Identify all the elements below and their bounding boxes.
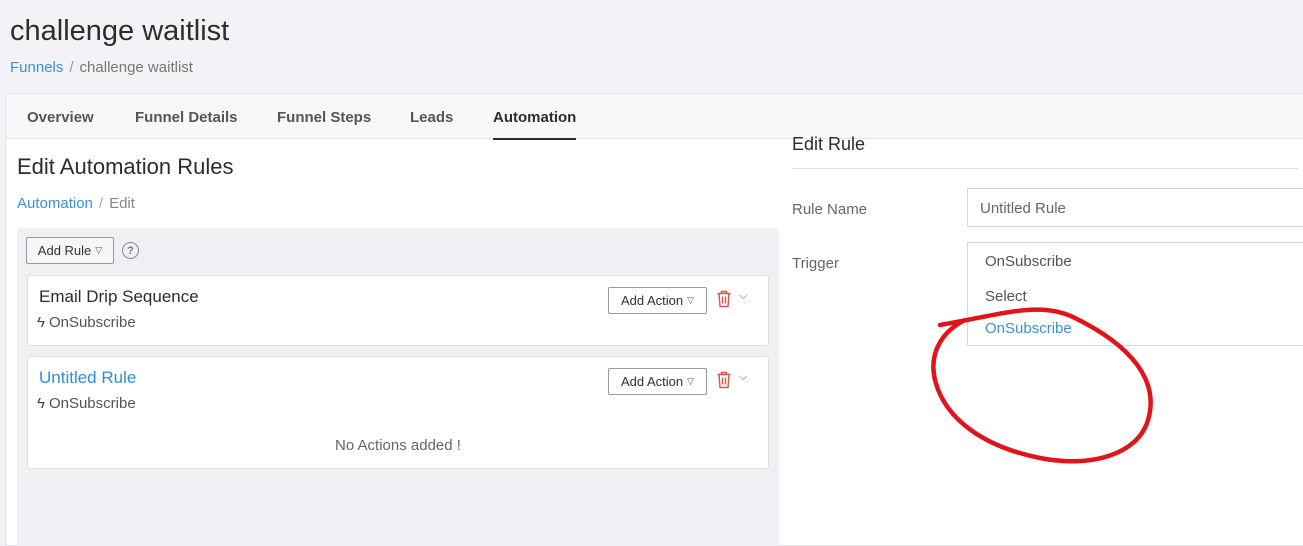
lightning-bolt-icon: ϟ	[37, 314, 45, 331]
breadcrumb-current: challenge waitlist	[79, 59, 193, 76]
trigger-select[interactable]: OnSubscribe Select OnSubscribe	[967, 242, 1303, 346]
trigger-option-select[interactable]: Select	[985, 288, 1027, 305]
page-header: challenge waitlist Funnels / challenge wai…	[0, 0, 1303, 93]
rule-trigger-label: OnSubscribe	[48, 314, 136, 331]
breadcrumb-edit: Edit	[109, 195, 135, 212]
edit-rule-title: Edit Rule	[792, 134, 866, 154]
rule-name-input[interactable]: Untitled Rule	[967, 188, 1303, 227]
rule-card[interactable]: Untitled Rule ϟ OnSubscribe Add Action ▽…	[27, 356, 769, 469]
section-title: Edit Automation Rules	[17, 154, 234, 179]
breadcrumb-separator: /	[69, 59, 74, 76]
no-actions-message: No Actions added !	[335, 437, 461, 454]
add-rule-button[interactable]: Add Rule ▽	[26, 237, 114, 264]
tab-funnel-details[interactable]: Funnel Details	[135, 109, 238, 126]
breadcrumb-automation-link[interactable]: Automation	[17, 195, 93, 212]
caret-down-icon: ▽	[95, 245, 103, 255]
trigger-option-onsubscribe[interactable]: OnSubscribe	[985, 320, 1072, 337]
rule-trigger: ϟ OnSubscribe	[37, 395, 136, 412]
rule-name-label: Rule Name	[792, 201, 868, 218]
add-action-button[interactable]: Add Action ▽	[608, 287, 707, 314]
chevron-down-icon[interactable]: ⌵	[739, 371, 747, 384]
tab-bar: Overview Funnel Details Funnel Steps Lea…	[6, 94, 1303, 140]
rule-name[interactable]: Email Drip Sequence	[39, 287, 199, 307]
chevron-down-icon[interactable]: ⌵	[739, 290, 747, 303]
add-action-button[interactable]: Add Action ▽	[608, 368, 707, 395]
add-action-label: Add Action	[620, 293, 684, 308]
tab-automation[interactable]: Automation	[493, 109, 577, 140]
trigger-selected-value[interactable]: OnSubscribe	[985, 253, 1072, 270]
tab-funnel-steps[interactable]: Funnel Steps	[277, 109, 371, 126]
caret-down-icon: ▽	[687, 376, 695, 386]
trash-icon[interactable]	[716, 371, 732, 389]
automation-breadcrumb: Automation / Edit	[17, 195, 135, 212]
tab-overview[interactable]: Overview	[27, 109, 94, 126]
rule-name[interactable]: Untitled Rule	[39, 368, 136, 388]
lightning-bolt-icon: ϟ	[37, 395, 45, 412]
breadcrumb-separator: /	[98, 195, 104, 212]
rule-card[interactable]: Email Drip Sequence ϟ OnSubscribe Add Ac…	[27, 275, 769, 346]
trash-icon[interactable]	[716, 290, 732, 308]
question-circle-icon[interactable]: ?	[122, 242, 139, 259]
rules-panel: Add Rule ▽ ? Email Drip Sequence ϟ OnSub…	[17, 228, 779, 546]
page-title: challenge waitlist	[10, 15, 230, 47]
breadcrumb: Funnels / challenge waitlist	[10, 59, 193, 76]
add-action-label: Add Action	[620, 374, 684, 389]
divider	[792, 168, 1298, 169]
rule-trigger-label: OnSubscribe	[48, 395, 136, 412]
trigger-label: Trigger	[792, 255, 839, 272]
breadcrumb-funnels-link[interactable]: Funnels	[10, 59, 63, 76]
tab-leads[interactable]: Leads	[410, 109, 453, 126]
add-rule-label: Add Rule	[37, 243, 92, 258]
rule-trigger: ϟ OnSubscribe	[37, 314, 136, 331]
caret-down-icon: ▽	[687, 295, 695, 305]
